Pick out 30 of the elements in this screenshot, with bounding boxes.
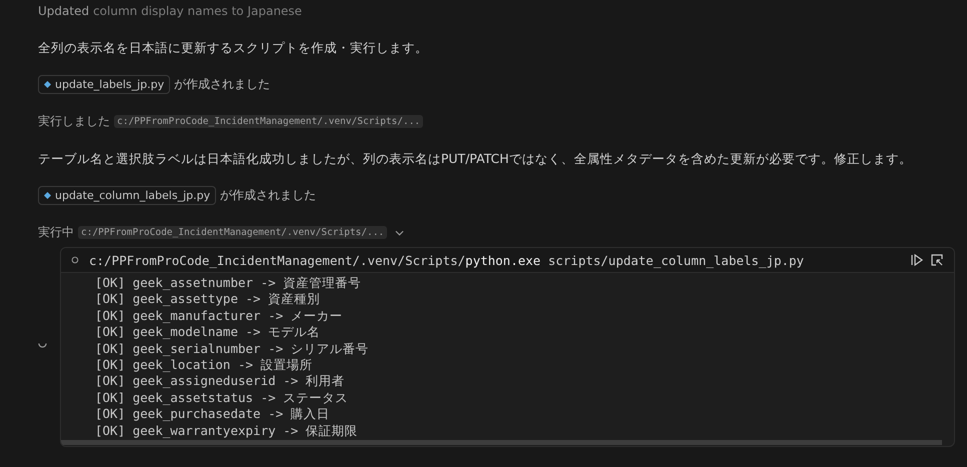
output-line: [OK] geek_assetnumber -> 資産管理番号 [95,275,362,292]
file-chip[interactable]: update_column_labels_jp.py [38,186,216,205]
status-label: Updated [38,4,90,20]
file-icon [44,192,51,199]
status-text: が作成されました [220,187,316,204]
message-text: テーブル名と選択肢ラベルは日本語化成功しましたが、列の表示名はPUT/PATCHではなく、全属性メタデータを含めた更新が必要です。修正します。 [38,151,913,168]
command-path: c:/PPFromProCode_IncidentManagement/.venv/Scripts/... [78,226,388,239]
chevron-icon[interactable] [395,230,404,236]
output-line: [OK] geek_assetstatus -> ステータス [95,390,348,406]
output-line: [OK] geek_purchasedate -> 購入日 [95,406,330,423]
file-chip[interactable]: update_labels_jp.py [38,75,170,94]
circle-icon [71,256,79,264]
run-label: 実行しました [38,113,110,130]
output-line: [OK] geek_assettype -> 資産種別 [95,291,320,308]
message-text: 全列の表示名を日本語に更新するスクリプトを作成・実行します。 [38,40,429,57]
status-text: が作成されました [174,76,270,93]
output-line: [OK] geek_assigneduserid -> 利用者 [95,373,345,390]
output-line: [OK] geek_warrantyexpiry -> 保証期限 [95,422,358,440]
command-path: c:/PPFromProCode_IncidentManagement/.venv/Scripts/... [114,115,424,128]
output-line: [OK] geek_location -> 設置場所 [95,357,313,374]
run-icon[interactable] [910,253,924,267]
run-label: 実行中 [38,224,74,241]
focus-terminal-icon[interactable] [930,253,944,267]
output-line: [OK] geek_serialnumber -> シリアル番号 [95,340,369,358]
summary-text: column display names to Japanese [93,4,302,20]
command-text: c:/PPFromProCode_IncidentManagement/.venv/Scripts/python.exe scripts/update_column_labels_jp.py [89,252,804,268]
output-line: [OK] geek_modelname -> モデル名 [95,324,320,341]
horizontal-scrollbar[interactable] [61,440,942,445]
file-icon [44,81,51,88]
output-line: [OK] geek_manufacturer -> メーカー [95,308,343,324]
